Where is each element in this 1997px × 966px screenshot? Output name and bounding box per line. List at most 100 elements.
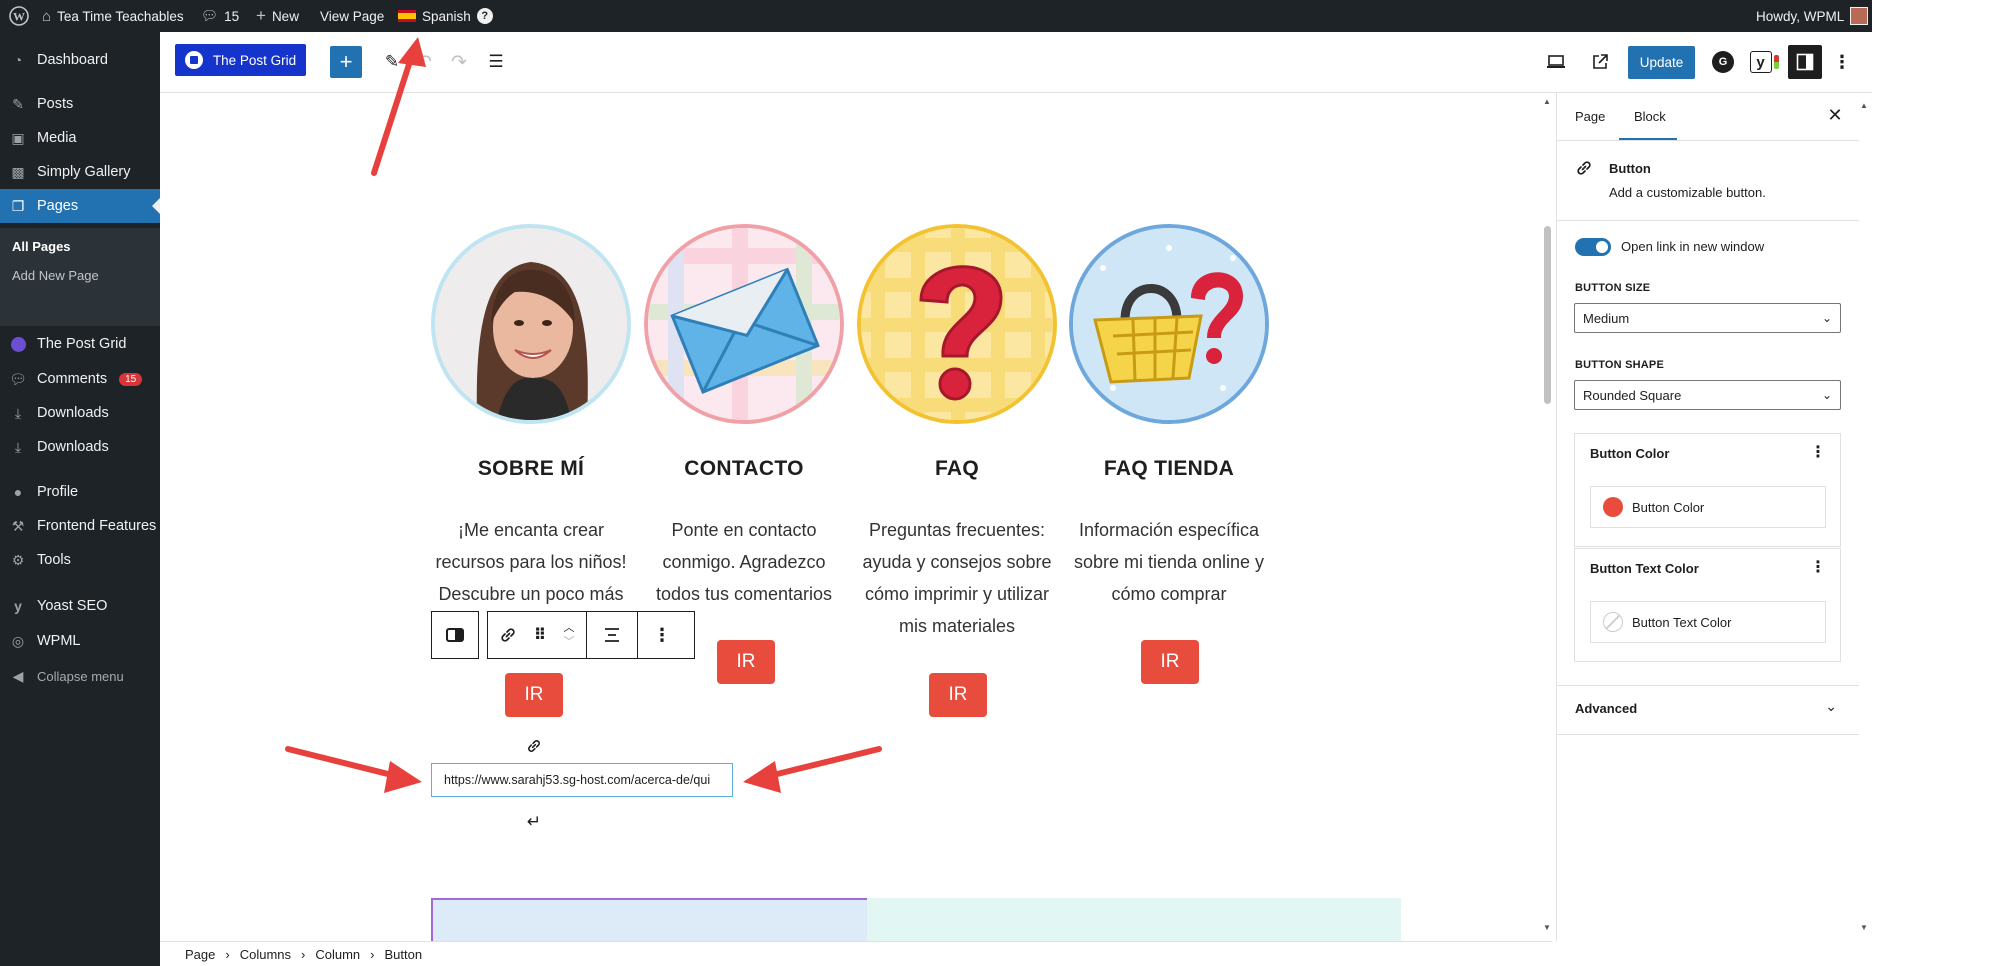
block-toolbar: ⠿ ︿ ﹀ ⋮ — [487, 611, 695, 659]
scroll-up-arrow-icon[interactable]: ▲ — [1860, 101, 1868, 110]
button-shape-select[interactable]: Rounded Square ⌄ — [1574, 380, 1841, 410]
button-color-option[interactable]: Button Color — [1590, 486, 1826, 528]
ir-button-sobre-mi[interactable]: IR — [505, 673, 563, 717]
tab-block[interactable]: Block — [1634, 109, 1666, 124]
envelope-image[interactable] — [644, 224, 844, 424]
view-page-button[interactable] — [1584, 46, 1616, 78]
comments-count: 15 — [224, 8, 240, 24]
column-title-sobre-mi: SOBRE MÍ — [477, 457, 585, 480]
block-type-icon — [1575, 159, 1593, 180]
external-link-icon — [1593, 54, 1608, 69]
sidebar-item-label: Downloads — [37, 405, 109, 421]
redo-button[interactable]: ↷ — [443, 46, 475, 78]
sidebar-item-downloads[interactable]: ⤓ Downloads — [0, 396, 160, 430]
inspector-scrollbar[interactable]: ▲ ▼ — [1860, 93, 1870, 941]
block-options-button[interactable]: ⋮ — [638, 612, 686, 658]
generateblocks-button[interactable]: G — [1707, 46, 1739, 78]
sidebar-item-tools[interactable]: ⚙ Tools — [0, 543, 160, 577]
button-shape-label: BUTTON SHAPE — [1575, 359, 1664, 371]
button-size-label: BUTTON SIZE — [1575, 282, 1651, 294]
drag-handle[interactable]: ⠿ — [528, 612, 552, 658]
yoast-button[interactable]: y — [1747, 46, 1781, 78]
ir-button-faq-tienda[interactable]: IR — [1141, 640, 1199, 684]
submenu-all-pages[interactable]: All Pages — [12, 239, 71, 254]
chevron-up-icon[interactable]: ︿ — [564, 621, 575, 635]
text-line: ¡Me encanta crear — [457, 520, 605, 540]
next-section-block-right[interactable] — [867, 898, 1401, 941]
breadcrumb-column[interactable]: Column — [315, 947, 360, 962]
sidebar-item-profile[interactable]: ● Profile — [0, 475, 160, 509]
canvas-scrollbar[interactable]: ▲ ▼ — [1543, 93, 1552, 941]
question-mark-illustration — [861, 228, 1053, 420]
sidebar-item-media[interactable]: ▣ Media — [0, 121, 160, 155]
update-button[interactable]: Update — [1628, 46, 1695, 79]
preview-button[interactable] — [1540, 46, 1572, 78]
annotation-arrow-up — [371, 37, 426, 176]
breadcrumb-columns[interactable]: Columns — [240, 947, 291, 962]
close-inspector-button[interactable]: ✕ — [1823, 103, 1847, 127]
move-up-down-buttons[interactable]: ︿ ﹀ — [552, 612, 586, 658]
sidebar-item-yoast-seo[interactable]: y Yoast SEO — [0, 589, 160, 623]
settings-sidebar-toggle[interactable] — [1788, 45, 1822, 79]
account-menu[interactable]: Howdy, WPML — [1756, 0, 1869, 32]
basket-image[interactable] — [1069, 224, 1269, 424]
the-post-grid-button[interactable]: The Post Grid — [175, 44, 306, 76]
sidebar-item-dashboard[interactable]: ◔ Dashboard — [0, 43, 160, 77]
column-title-faq-tienda: FAQ TIENDA — [1103, 457, 1235, 480]
sidebar-item-label: Dashboard — [37, 52, 108, 68]
scroll-down-arrow-icon[interactable]: ▼ — [1860, 923, 1868, 932]
submenu-add-new-page[interactable]: Add New Page — [12, 268, 99, 283]
sidebar-item-posts[interactable]: ✎ Posts — [0, 87, 160, 121]
more-vertical-icon[interactable]: ⋮ — [1810, 442, 1826, 462]
portrait-image[interactable] — [431, 224, 631, 424]
scroll-down-arrow-icon[interactable]: ▼ — [1543, 923, 1551, 932]
sidebar-item-label: Pages — [37, 198, 79, 214]
wordpress-logo-icon[interactable]: W — [9, 0, 29, 32]
add-block-button[interactable]: + — [330, 46, 362, 78]
sidebar-item-wpml[interactable]: ◎ WPML — [0, 624, 160, 658]
view-page-link[interactable]: View Page — [320, 0, 384, 32]
sidebar-item-simply-gallery[interactable]: ▩ Simply Gallery — [0, 155, 160, 189]
help-icon[interactable]: ? — [476, 8, 493, 24]
link-button[interactable] — [488, 612, 528, 658]
divider — [1557, 220, 1859, 221]
block-parent-selector[interactable] — [431, 611, 479, 659]
link-url-input[interactable]: https://www.sarahj53.sg-host.com/acerca-… — [431, 763, 733, 797]
sidebar-item-comments[interactable]: 💬︎ Comments 15 — [0, 362, 160, 396]
avatar — [1850, 7, 1869, 25]
document-overview-button[interactable]: ☰ — [480, 46, 512, 78]
enter-icon: ↵ — [526, 812, 542, 831]
breadcrumb-page[interactable]: Page — [185, 947, 215, 962]
button-text-color-option[interactable]: Button Text Color — [1590, 601, 1826, 643]
more-vertical-icon[interactable]: ⋮ — [1810, 557, 1826, 577]
sidebar-item-label: Posts — [37, 96, 74, 112]
scrollbar-thumb[interactable] — [1544, 226, 1551, 404]
sidebar-item-pages[interactable]: ❐ Pages — [0, 189, 160, 223]
ir-button-faq[interactable]: IR — [929, 673, 987, 717]
ir-button-contacto[interactable]: IR — [717, 640, 775, 684]
tab-page[interactable]: Page — [1575, 109, 1605, 124]
justify-button[interactable] — [587, 612, 637, 658]
new-content-link[interactable]: + New — [256, 0, 299, 32]
advanced-panel-toggle[interactable]: Advanced ⌄ — [1557, 686, 1859, 734]
sidebar-collapse-menu[interactable]: ◀ Collapse menu — [0, 659, 160, 693]
link-icon — [528, 740, 540, 752]
language-switcher[interactable]: Spanish ? — [398, 0, 493, 32]
sidebar-item-frontend-features[interactable]: ⚒ Frontend Features — [0, 509, 160, 543]
button-size-select[interactable]: Medium ⌄ — [1574, 303, 1841, 333]
spain-flag-icon — [398, 10, 416, 22]
view-page-label: View Page — [320, 8, 385, 24]
site-name-link[interactable]: ⌂ Tea Time Teachables — [42, 0, 184, 32]
yoast-status-dots — [1773, 55, 1779, 69]
submit-link-button[interactable]: ↵ — [522, 810, 546, 834]
comments-link[interactable]: 💬︎ 15 — [201, 0, 239, 32]
sidebar-item-downloads-2[interactable]: ⤓ Downloads — [0, 430, 160, 464]
sidebar-item-the-post-grid[interactable]: The Post Grid — [0, 327, 160, 361]
post-grid-icon — [9, 335, 27, 353]
options-menu-button[interactable]: ⋮ — [1830, 46, 1854, 78]
open-in-new-window-toggle[interactable] — [1575, 238, 1611, 256]
chevron-down-icon[interactable]: ﹀ — [564, 635, 575, 649]
question-mark-image[interactable] — [857, 224, 1057, 424]
next-section-block[interactable] — [431, 898, 867, 941]
scroll-up-arrow-icon[interactable]: ▲ — [1543, 97, 1551, 106]
